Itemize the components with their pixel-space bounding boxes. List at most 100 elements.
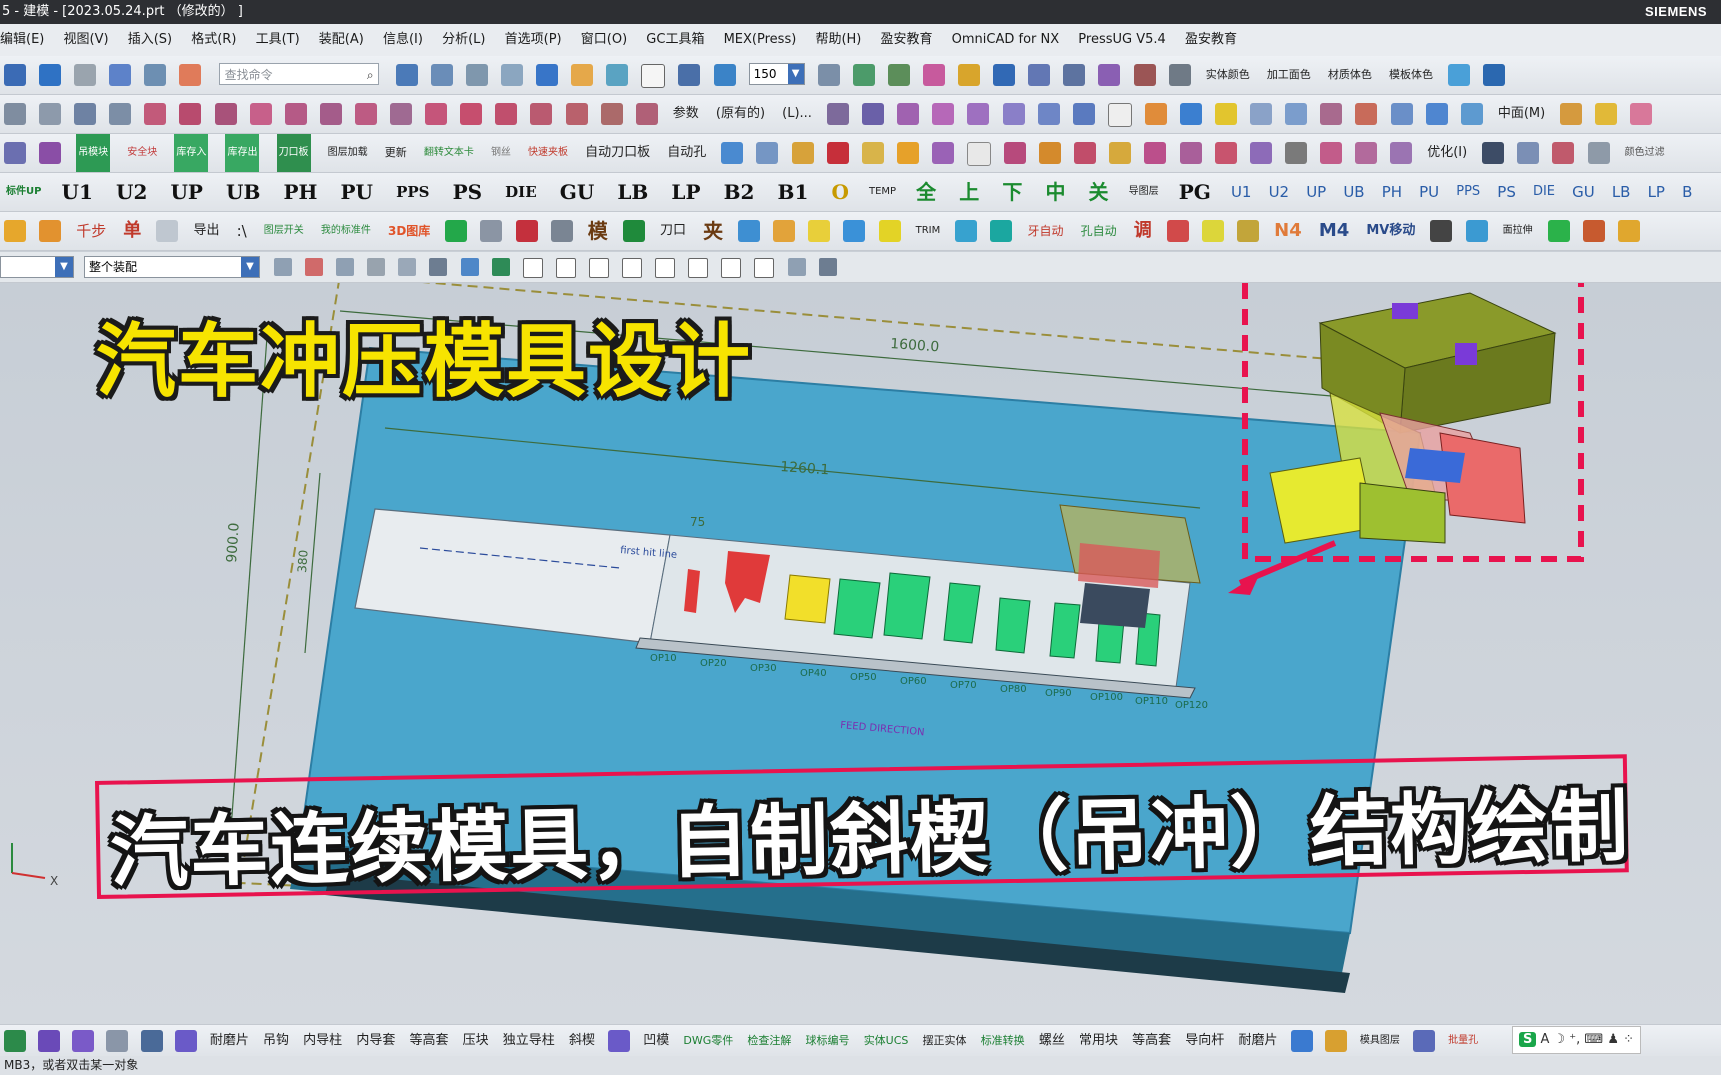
snap-on-curve-icon[interactable] (721, 258, 742, 278)
auto-thread-button[interactable]: 牙自动 (1028, 212, 1064, 250)
independent-guide-post-button[interactable]: 独立导柱 (503, 1025, 555, 1057)
hook-button[interactable]: 吊钩 (263, 1025, 289, 1057)
tool-c-icon[interactable] (721, 142, 744, 164)
tool-o-icon[interactable] (1144, 142, 1167, 164)
surface-f-icon[interactable] (1037, 103, 1060, 125)
menu-yingan[interactable]: 盈安教育 (881, 24, 933, 56)
solid-ucs-button[interactable]: 实体UCS (864, 1025, 909, 1057)
feature-e-icon[interactable] (1390, 103, 1413, 125)
pg-button[interactable]: PG (1179, 173, 1211, 211)
tool-a-icon[interactable] (4, 142, 26, 164)
util-j-icon[interactable] (773, 220, 796, 242)
bottom-e-icon[interactable] (140, 1030, 163, 1052)
tool-h-icon[interactable] (896, 142, 919, 164)
measure-icon[interactable] (922, 64, 945, 86)
feature-i-icon[interactable] (1595, 103, 1618, 125)
safety-block-button[interactable]: 安全块 (127, 134, 157, 172)
stock-out-button[interactable]: 库存出 (225, 134, 260, 172)
standard-convert-button[interactable]: 标准转换 (981, 1025, 1025, 1057)
mv-move-button[interactable]: MV移动 (1366, 212, 1415, 250)
auto-edge-plate-button[interactable]: 自动刀口板 (585, 134, 650, 172)
curve-c-icon[interactable] (214, 103, 237, 125)
box-select-icon[interactable] (398, 258, 417, 276)
bottom-j-icon[interactable] (1413, 1030, 1436, 1052)
tool-j-icon[interactable] (967, 142, 991, 166)
l-dropdown[interactable]: (L)... (782, 95, 812, 133)
tool-q-icon[interactable] (1214, 142, 1237, 164)
intersect-curve-icon[interactable] (600, 103, 623, 125)
temp-button[interactable]: TEMP (869, 173, 896, 211)
u2-button[interactable]: U2 (116, 173, 147, 211)
tool-n-icon[interactable] (1109, 142, 1132, 164)
chevron-down-icon[interactable]: ▼ (55, 257, 73, 277)
feature-c-icon[interactable] (1320, 103, 1343, 125)
snap-quadrant-icon[interactable] (655, 258, 676, 278)
add-icon[interactable] (1547, 220, 1570, 242)
ruler-icon[interactable] (1168, 64, 1191, 86)
ime-toolbar[interactable]: S A ☽ ⁺, ⌨ ♟ ⁘ (1511, 1026, 1641, 1054)
transform-icon[interactable] (179, 64, 202, 86)
scope-select[interactable]: 整个装配 ▼ (84, 256, 260, 278)
edge-button[interactable]: 刀口 (660, 212, 686, 250)
machining-face-color-button[interactable]: 加工面色 (1267, 56, 1311, 94)
curve-e-icon[interactable] (284, 103, 307, 125)
pps-move-button[interactable]: PPS (1456, 173, 1480, 211)
b-move-button[interactable]: B (1682, 173, 1692, 211)
batch-hole-button[interactable]: 批量孔 (1448, 1025, 1478, 1057)
util-m-icon[interactable] (878, 220, 901, 242)
ub-button[interactable]: UB (226, 173, 260, 211)
util-u-icon[interactable] (1582, 220, 1605, 242)
midsurface-dropdown[interactable]: 中面(M) (1498, 95, 1545, 133)
bottom-f-icon[interactable] (174, 1030, 197, 1052)
snap-on-face-icon[interactable] (754, 258, 775, 278)
lb-move-button[interactable]: LB (1612, 173, 1631, 211)
trim-icon[interactable] (425, 103, 448, 125)
stock-in-button[interactable]: 库存入 (174, 134, 209, 172)
die-layer-button[interactable]: 模具图层 (1360, 1025, 1400, 1057)
tool-y-icon[interactable] (1587, 142, 1610, 164)
lp-button[interactable]: LP (671, 173, 700, 211)
tool-v-icon[interactable] (1390, 142, 1413, 164)
curve-f-icon[interactable] (319, 103, 342, 125)
inner-guide-bush-button[interactable]: 内导套 (356, 1025, 395, 1057)
u1-move-button[interactable]: U1 (1231, 173, 1252, 211)
clamp-button[interactable]: 夹 (703, 212, 723, 250)
pps-button[interactable]: PPS (396, 173, 429, 211)
cavity-button[interactable]: 凹模 (643, 1025, 669, 1057)
feature-b-icon[interactable] (1285, 103, 1308, 125)
bottom-c-icon[interactable] (72, 1030, 95, 1052)
menu-gc-toolbox[interactable]: GC工具箱 (646, 24, 704, 56)
bottom-d-icon[interactable] (106, 1030, 129, 1052)
surface-a-icon[interactable] (862, 103, 885, 125)
snap-intersect-icon[interactable] (588, 258, 609, 278)
menu-info[interactable]: 信息(I) (383, 24, 423, 56)
menu-preferences[interactable]: 首选项(P) (505, 24, 562, 56)
close-button[interactable]: 关 (1089, 173, 1109, 211)
layer-icon[interactable] (817, 64, 840, 86)
up-move-button[interactable]: UP (1306, 173, 1326, 211)
all-button[interactable]: 全 (916, 173, 936, 211)
box-icon[interactable] (1144, 103, 1167, 125)
quick-clamp-button[interactable]: 快速夹板 (528, 134, 568, 172)
filter-icon[interactable] (274, 258, 292, 276)
grid-icon[interactable] (1133, 64, 1156, 86)
menu-view[interactable]: 视图(V) (64, 24, 109, 56)
background-icon[interactable] (641, 64, 666, 88)
update-button[interactable]: 更新 (385, 134, 407, 172)
chevron-down-icon[interactable]: ▼ (787, 64, 804, 84)
wireframe-icon[interactable] (571, 64, 594, 86)
arc-icon[interactable] (74, 103, 97, 125)
tool-s-icon[interactable] (1284, 142, 1307, 164)
stop-sleeve-button[interactable]: 等高套 (409, 1025, 448, 1057)
curve-d-icon[interactable] (249, 103, 272, 125)
sketch-icon[interactable] (827, 103, 850, 125)
std-part-up-button[interactable]: 标件UP (6, 173, 41, 211)
pan-icon[interactable] (465, 64, 488, 86)
common-block-button[interactable]: 常用块 (1079, 1025, 1118, 1057)
b1-button[interactable]: B1 (778, 173, 809, 211)
tool-f-icon[interactable] (826, 142, 849, 164)
util-v-icon[interactable] (1617, 220, 1640, 242)
select-filter-icon[interactable] (109, 64, 132, 86)
menu-insert[interactable]: 插入(S) (128, 24, 172, 56)
select-icon[interactable] (305, 258, 324, 276)
